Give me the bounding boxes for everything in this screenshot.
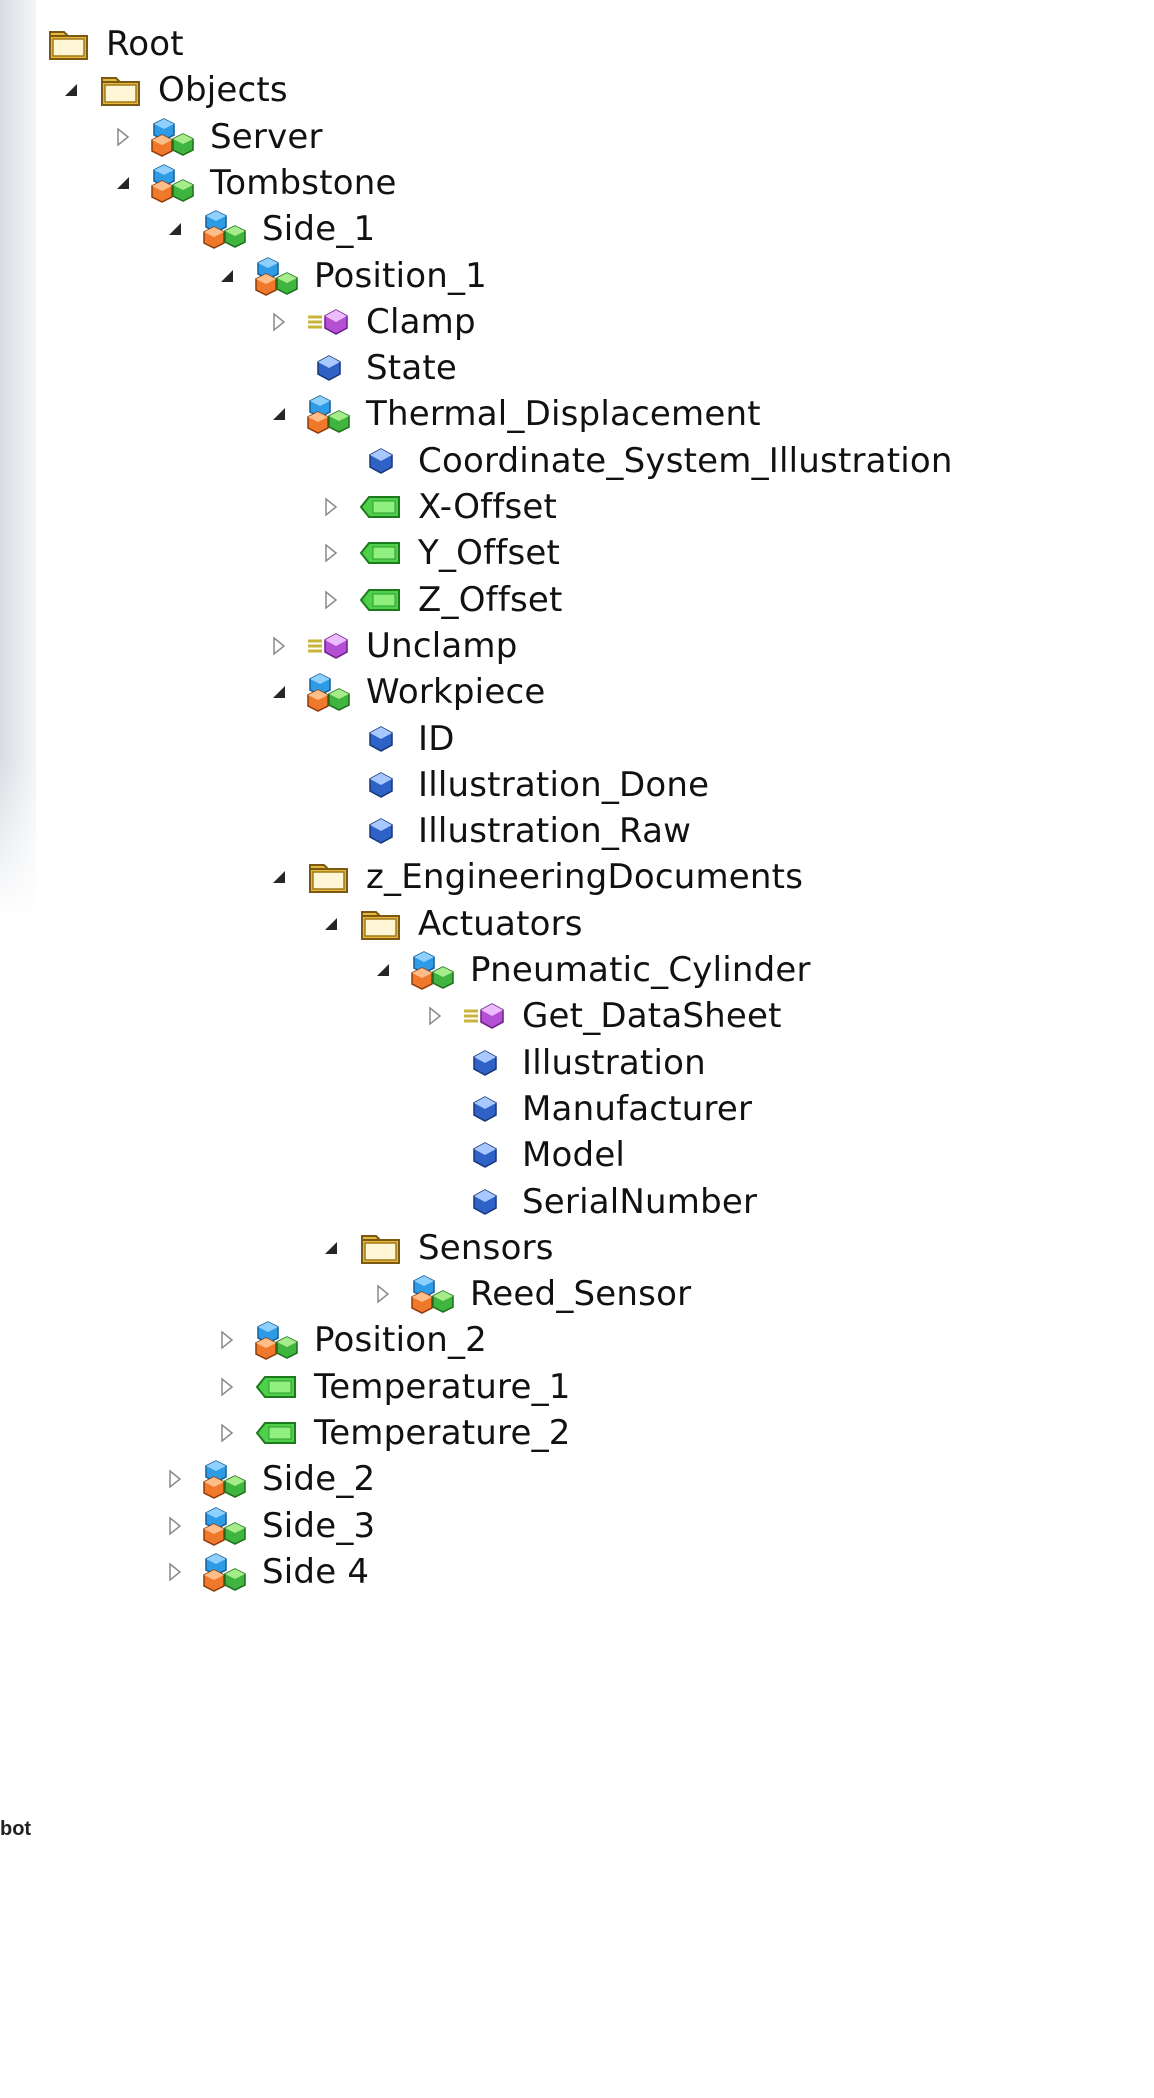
expand-arrow-icon[interactable] (266, 626, 292, 666)
collapse-arrow-icon[interactable] (370, 950, 396, 990)
collapse-arrow-icon[interactable] (318, 1228, 344, 1268)
tree-node-label: Side_1 (262, 209, 376, 249)
expander-placeholder (318, 441, 344, 481)
tree-node-label: Tombstone (210, 163, 397, 203)
tree-node-label: Temperature_1 (314, 1367, 571, 1407)
expand-arrow-icon[interactable] (162, 1506, 188, 1546)
tree-node-label: Objects (158, 70, 288, 110)
expander-placeholder (266, 348, 292, 388)
collapse-arrow-icon[interactable] (266, 857, 292, 897)
expander-placeholder (422, 1043, 448, 1083)
expand-arrow-icon[interactable] (318, 533, 344, 573)
expander-placeholder (318, 811, 344, 851)
expand-arrow-icon[interactable] (162, 1552, 188, 1592)
tree-node-label: Z_Offset (418, 580, 563, 620)
expand-arrow-icon[interactable] (422, 996, 448, 1036)
expander-placeholder (6, 24, 32, 64)
expand-arrow-icon[interactable] (370, 1274, 396, 1314)
expand-arrow-icon[interactable] (214, 1320, 240, 1360)
expander-placeholder (422, 1089, 448, 1129)
tree-node-label: Illustration_Done (418, 765, 710, 805)
tree-node-label: Side_3 (262, 1506, 376, 1546)
tree-node-label: Server (210, 117, 323, 157)
expand-arrow-icon[interactable] (214, 1367, 240, 1407)
tree-node-label: Position_2 (314, 1320, 488, 1360)
object-icon (202, 1549, 248, 1595)
tree-node-label: Actuators (418, 904, 583, 944)
tree-node-label: Side 4 (262, 1552, 370, 1592)
expand-arrow-icon[interactable] (266, 302, 292, 342)
tree-node-label: Temperature_2 (314, 1413, 571, 1453)
expand-arrow-icon[interactable] (318, 487, 344, 527)
collapse-arrow-icon[interactable] (162, 209, 188, 249)
tree-node-label: Root (106, 24, 184, 64)
tree-node-label: X-Offset (418, 487, 558, 527)
expand-arrow-icon[interactable] (110, 117, 136, 157)
tree-node-label: SerialNumber (522, 1182, 758, 1222)
tree-node-label: Pneumatic_Cylinder (470, 950, 811, 990)
address-space-tree: Root Objects Server Tombstone Side_1 Pos… (0, 0, 1154, 2098)
tree-node-label: ID (418, 719, 455, 759)
tree-node-label: Manufacturer (522, 1089, 753, 1129)
collapse-arrow-icon[interactable] (266, 672, 292, 712)
tree-node-label: Position_1 (314, 256, 488, 296)
tree-node-label: Unclamp (366, 626, 518, 666)
expander-placeholder (422, 1182, 448, 1222)
collapse-arrow-icon[interactable] (58, 70, 84, 110)
tree-node-label: z_EngineeringDocuments (366, 857, 804, 897)
expand-arrow-icon[interactable] (214, 1413, 240, 1453)
collapse-arrow-icon[interactable] (110, 163, 136, 203)
expander-placeholder (318, 765, 344, 805)
tree-node-label: Thermal_Displacement (366, 394, 761, 434)
tree-node-label: Coordinate_System_Illustration (418, 441, 953, 481)
tree-node-label: Sensors (418, 1228, 554, 1268)
tree-node-label: State (366, 348, 457, 388)
tree-node-label: Get_DataSheet (522, 996, 782, 1036)
collapse-arrow-icon[interactable] (318, 904, 344, 944)
tree-node-label: Workpiece (366, 672, 546, 712)
tree-node-label: Side_2 (262, 1459, 376, 1499)
tree-node-label: Reed_Sensor (470, 1274, 692, 1314)
collapse-arrow-icon[interactable] (266, 394, 292, 434)
collapse-arrow-icon[interactable] (214, 256, 240, 296)
expander-placeholder (318, 719, 344, 759)
tree-node-label: Model (522, 1135, 626, 1175)
tree-node-label: Illustration_Raw (418, 811, 692, 851)
tree-node-side-4[interactable]: Side 4 (162, 1542, 369, 1602)
tree-node-label: Illustration (522, 1043, 706, 1083)
expand-arrow-icon[interactable] (318, 580, 344, 620)
tree-node-label: Clamp (366, 302, 476, 342)
expand-arrow-icon[interactable] (162, 1459, 188, 1499)
tree-node-label: Y_Offset (418, 533, 561, 573)
expander-placeholder (422, 1135, 448, 1175)
